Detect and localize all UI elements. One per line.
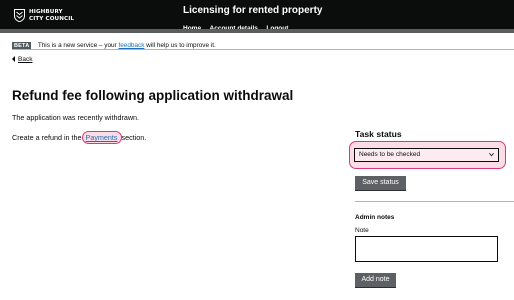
task-status-title: Task status: [355, 129, 402, 139]
payments-link[interactable]: Payments: [81, 131, 122, 144]
refund-text-after: section.: [119, 133, 147, 142]
back-link[interactable]: Back: [12, 56, 32, 63]
logo-text: HIGHBURY CITY COUNCIL: [29, 9, 74, 22]
withdrawn-message: The application was recently withdrawn.: [12, 113, 140, 122]
status-select-highlight: Needs to be checked: [349, 141, 506, 169]
note-label: Note: [355, 227, 369, 234]
refund-instruction: Create a refund in the Payments section.: [12, 131, 146, 144]
banner-divider: [12, 49, 514, 50]
note-textarea[interactable]: [355, 236, 498, 262]
crest-icon: [14, 9, 25, 22]
admin-notes-title: Admin notes: [355, 214, 395, 221]
council-logo[interactable]: HIGHBURY CITY COUNCIL: [14, 8, 84, 24]
logo-line-1: HIGHBURY: [29, 9, 63, 15]
chevron-down-icon: [489, 152, 494, 157]
back-arrow-icon: [12, 56, 15, 63]
status-selected-value: Needs to be checked: [359, 151, 421, 158]
refund-text-before: Create a refund in the: [12, 133, 84, 142]
page-title: Refund fee following application withdra…: [12, 88, 294, 103]
header-accent-bar: [0, 29, 514, 33]
save-status-button[interactable]: Save status: [355, 176, 406, 191]
task-status-select[interactable]: Needs to be checked: [354, 148, 499, 162]
service-name[interactable]: Licensing for rented property: [183, 5, 322, 16]
logo-line-2: CITY COUNCIL: [29, 15, 75, 22]
phase-banner: BETA This is a new service – your feedba…: [12, 37, 216, 50]
back-link-label: Back: [18, 56, 33, 63]
sidebar-divider: [355, 201, 514, 202]
site-header: HIGHBURY CITY COUNCIL Licensing for rent…: [0, 0, 514, 32]
add-note-button[interactable]: Add note: [355, 273, 396, 288]
